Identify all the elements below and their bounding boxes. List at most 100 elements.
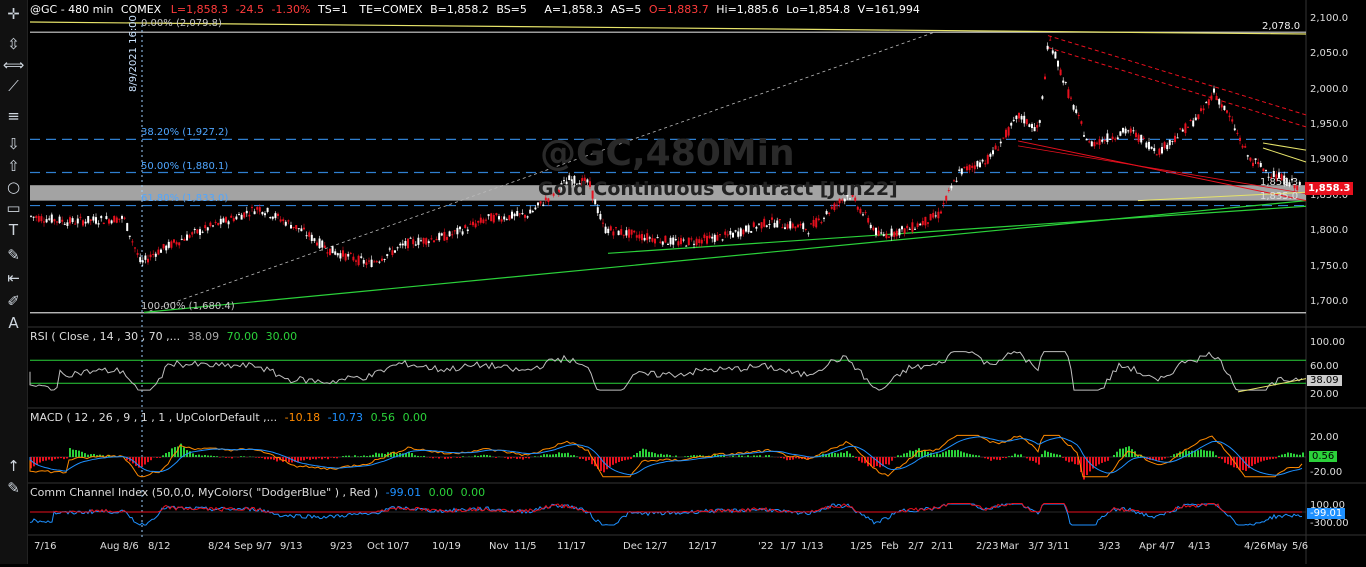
macd-histogram-bar [1224, 457, 1226, 463]
macd-histogram-bar [1005, 457, 1007, 458]
candle-body [1005, 130, 1007, 138]
time-tick: 3/23 [1098, 541, 1120, 552]
candle-body [683, 240, 685, 241]
macd-histogram-bar [657, 454, 659, 457]
time-tick: 12/7 [645, 541, 667, 552]
candle-body [53, 219, 55, 221]
chart-area[interactable]: @GC - 480 min COMEX L=1,858.3 -24.5 -1.3… [28, 0, 1366, 564]
candle-body [945, 196, 947, 201]
candle-body [420, 240, 422, 241]
font-a-icon[interactable]: A [2, 313, 25, 333]
macd-histogram-bar [354, 455, 356, 457]
candle-body [1000, 142, 1002, 144]
candle-body [87, 216, 89, 223]
te: TE=COMEX [359, 3, 422, 16]
candle-body [989, 154, 991, 157]
macd-histogram-bar [333, 457, 335, 458]
candle-body [482, 219, 484, 223]
candle-body [662, 242, 664, 245]
cci-axis-tick: -300.00 [1310, 518, 1349, 529]
macd-histogram-bar [213, 456, 215, 457]
candle-body [672, 237, 674, 244]
macd-histogram-bar [81, 452, 83, 457]
candle-body [519, 213, 521, 214]
candle-body [534, 208, 536, 210]
candle-body [1099, 139, 1101, 145]
candle-body [878, 231, 880, 236]
text-tool-icon[interactable]: T [2, 220, 25, 240]
candle-body [79, 217, 81, 218]
time-tick: Apr [1139, 541, 1156, 552]
left-arrow-bar-icon[interactable]: ⇤ [2, 268, 25, 288]
macd-histogram-bar [675, 456, 677, 457]
macd-histogram-bar [150, 457, 152, 460]
macd-histogram-bar [855, 457, 857, 458]
candle-body [638, 235, 640, 239]
rectangle-icon[interactable]: ▭ [2, 198, 25, 218]
arrow-down-icon[interactable]: ⇩ [2, 134, 25, 154]
time-tick: 2/11 [931, 541, 953, 552]
candle-body [48, 218, 50, 219]
rsi-header: RSI ( Close , 14 , 30 , 70 ,... 38.09 70… [30, 330, 297, 343]
cci-line-blue [30, 504, 1302, 525]
time-tick: 10/7 [387, 541, 409, 552]
vertical-line-icon[interactable]: ⇳ [2, 34, 25, 54]
horizontal-arrows-icon[interactable]: ⟺ [2, 55, 25, 75]
candle-body [342, 250, 344, 256]
time-tick: 1/25 [850, 541, 872, 552]
candle-body [898, 229, 900, 236]
candle-body [152, 254, 154, 255]
pencil-eraser-icon[interactable]: ✎ [2, 245, 25, 265]
candle-body [893, 232, 895, 237]
macd-histogram-bar [438, 457, 440, 458]
candle-body [820, 222, 822, 223]
candle-body [1088, 141, 1090, 142]
pencil-small-icon[interactable]: ✎ [2, 478, 25, 498]
candle-body [1047, 46, 1049, 50]
candle-body [311, 235, 313, 241]
candle-body [35, 216, 37, 218]
crosshair-icon[interactable]: ✛ [2, 4, 25, 24]
candle-body [1028, 124, 1030, 127]
arrow-up-icon[interactable]: ⇧ [2, 156, 25, 176]
candle-body [1231, 119, 1233, 121]
candle-body [758, 224, 760, 225]
macd-histogram-bar [489, 456, 491, 457]
horizontal-lines-icon[interactable]: ≡ [2, 106, 25, 126]
candle-body [352, 257, 354, 261]
macd-histogram-bar [759, 455, 761, 457]
macd-histogram-bar [507, 457, 509, 459]
macd-histogram-bar [1290, 453, 1292, 457]
candle-body [155, 254, 157, 257]
candle-body [384, 259, 386, 260]
small-arrow-icon[interactable]: ↑ [2, 456, 25, 476]
candle-body [753, 222, 755, 227]
chart-svg[interactable] [28, 0, 1366, 564]
macd-histogram-bar [411, 453, 413, 457]
circle-icon[interactable]: ○ [2, 177, 25, 197]
macd-histogram-bar [900, 456, 902, 457]
candle-body [1013, 120, 1015, 121]
time-tick: 7/16 [34, 541, 56, 552]
candle-body [943, 203, 945, 204]
candle-body [1166, 145, 1168, 149]
candle-body [43, 221, 45, 222]
pen-icon[interactable]: ✐ [2, 291, 25, 311]
macd-histogram-bar [360, 456, 362, 457]
macd-histogram-bar [240, 456, 242, 457]
candle-body [33, 217, 35, 218]
candle-body [761, 222, 763, 228]
candle-body [1008, 127, 1010, 135]
candle-body [612, 231, 614, 235]
yellow-wedge-bottom [1263, 148, 1306, 162]
macd-histogram-bar [264, 457, 266, 459]
candle-body [1161, 147, 1163, 153]
candle-body [360, 256, 362, 258]
pencil-line-icon[interactable]: ⟋ [2, 76, 25, 96]
macd-histogram-bar [204, 455, 206, 457]
macd-histogram-bar [378, 453, 380, 457]
candle-body [1171, 141, 1173, 142]
candle-body [134, 247, 136, 248]
macd-histogram-bar [1119, 449, 1121, 457]
macd-histogram-bar [1065, 457, 1067, 461]
